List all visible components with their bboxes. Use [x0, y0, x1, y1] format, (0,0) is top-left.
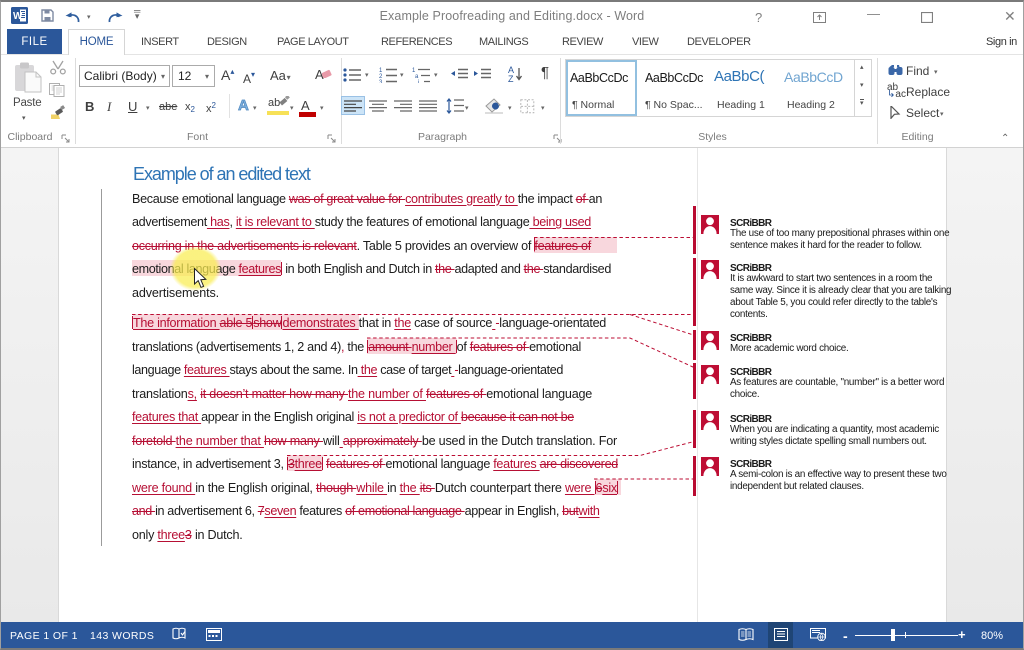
svg-text:Z: Z	[508, 74, 514, 83]
svg-text:3: 3	[379, 80, 383, 83]
svg-text:i: i	[418, 80, 419, 83]
